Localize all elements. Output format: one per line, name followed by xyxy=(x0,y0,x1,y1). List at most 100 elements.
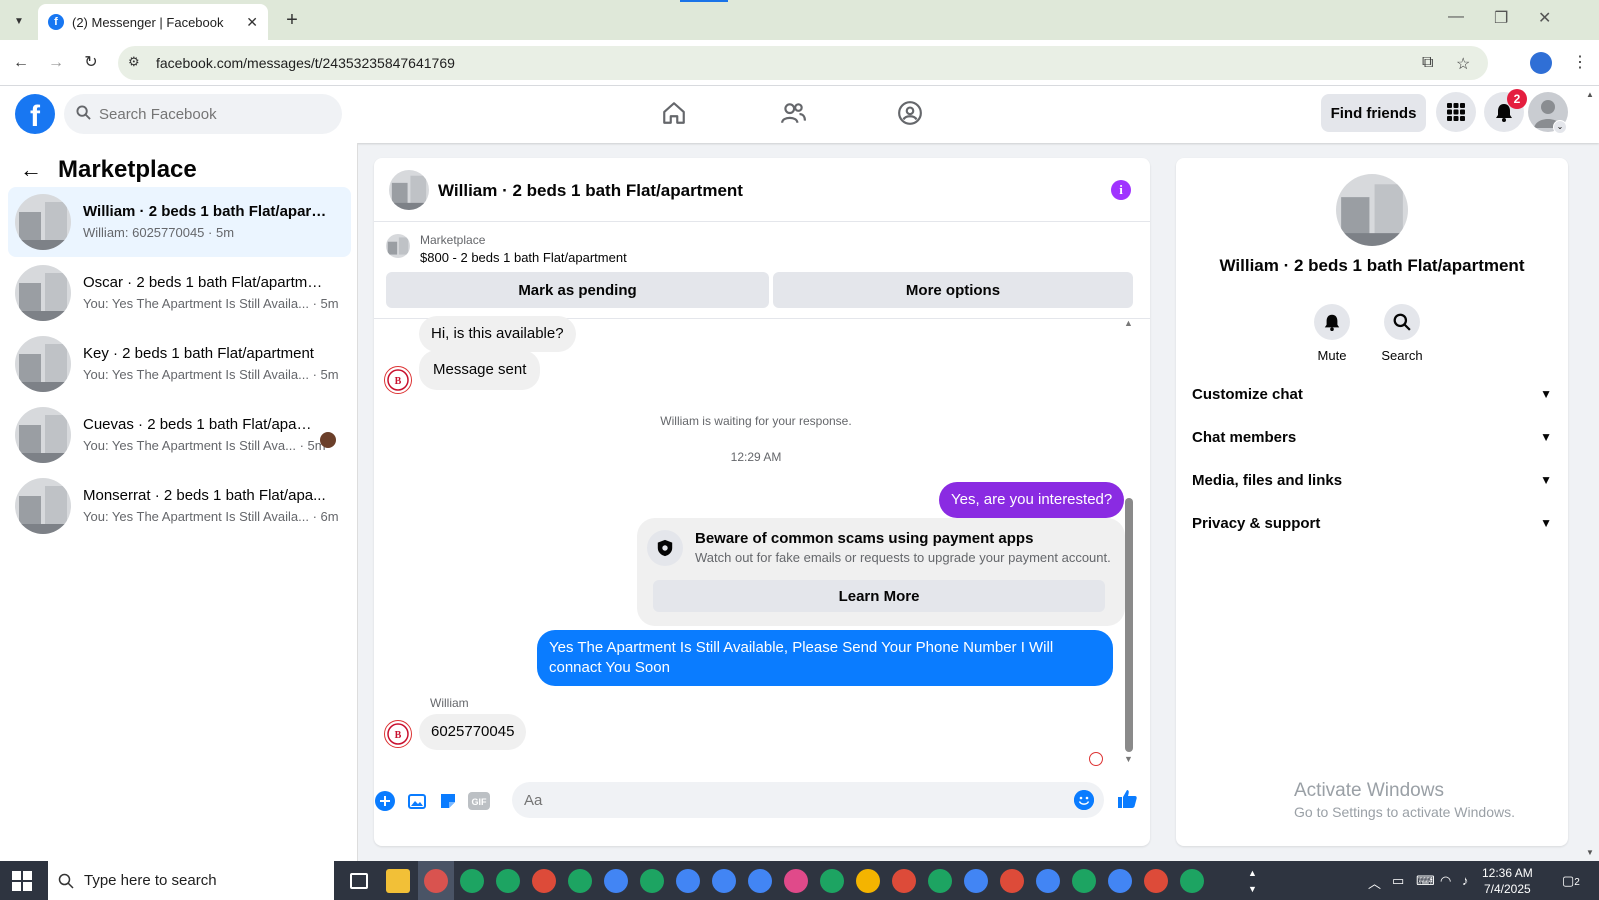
chrome-icon[interactable] xyxy=(1144,869,1168,893)
conversation-item[interactable]: Cuevas · 2 beds 1 bath Flat/apar... You:… xyxy=(8,400,351,470)
chrome-icon[interactable] xyxy=(640,869,664,893)
chrome-icon[interactable] xyxy=(1000,869,1024,893)
close-window-icon[interactable]: ✕ xyxy=(1538,8,1551,28)
info-icon[interactable]: i xyxy=(1111,180,1131,200)
seen-receipt-avatar xyxy=(1089,752,1103,766)
preview-text: You: Yes The Apartment Is Still Availa..… xyxy=(83,367,309,382)
minimize-icon[interactable]: — xyxy=(1448,8,1464,26)
find-friends-button[interactable]: Find friends xyxy=(1321,94,1426,132)
chat-title[interactable]: William · 2 beds 1 bath Flat/apartment xyxy=(438,181,743,201)
chrome-icon[interactable] xyxy=(748,869,772,893)
forward-icon[interactable]: → xyxy=(45,52,67,74)
home-icon[interactable] xyxy=(657,98,691,128)
chrome-icon[interactable] xyxy=(1180,869,1204,893)
thumbs-up-icon[interactable] xyxy=(1116,788,1138,810)
back-arrow-icon[interactable]: ← xyxy=(20,157,42,183)
chat-members-section[interactable]: Chat members ▼ xyxy=(1192,417,1552,457)
facebook-search[interactable] xyxy=(64,94,342,134)
plus-icon[interactable] xyxy=(374,790,396,812)
chrome-icon[interactable] xyxy=(604,869,628,893)
privacy-support-section[interactable]: Privacy & support ▼ xyxy=(1192,503,1552,543)
conversation-item[interactable]: Oscar · 2 beds 1 bath Flat/apartment You… xyxy=(8,258,351,328)
chrome-icon[interactable] xyxy=(568,869,592,893)
url-text[interactable]: facebook.com/messages/t/2435323584764176… xyxy=(156,55,455,71)
chat-scrollbar[interactable] xyxy=(1125,498,1133,752)
device-icon[interactable]: ▭ xyxy=(1392,873,1404,889)
marketplace-listing-row[interactable]: Marketplace $800 - 2 beds 1 bath Flat/ap… xyxy=(386,230,1146,270)
conversation-item[interactable]: Key · 2 beds 1 bath Flat/apartment You: … xyxy=(8,329,351,399)
back-icon[interactable]: ← xyxy=(10,52,32,74)
scroll-up-icon[interactable]: ▲ xyxy=(1124,318,1133,328)
chat-avatar[interactable] xyxy=(389,170,429,210)
taskbar-overflow-arrows[interactable]: ▲ ▼ xyxy=(1248,865,1257,897)
gif-icon[interactable]: GIF xyxy=(468,790,490,812)
file-explorer-icon[interactable] xyxy=(386,869,410,893)
close-tab-icon[interactable]: ✕ xyxy=(246,14,258,31)
search-input[interactable] xyxy=(99,105,319,123)
page-scroll-up-icon[interactable]: ▲ xyxy=(1586,90,1594,99)
chrome-icon[interactable] xyxy=(964,869,988,893)
scroll-down-icon[interactable]: ▼ xyxy=(1124,754,1133,764)
menu-grid-icon[interactable] xyxy=(1436,92,1476,132)
conversation-item[interactable]: Monserrat · 2 beds 1 bath Flat/apa... Yo… xyxy=(8,471,351,541)
facebook-logo[interactable]: f xyxy=(15,94,55,134)
volume-icon[interactable]: ♪ xyxy=(1462,873,1469,888)
seen-avatar xyxy=(320,432,336,448)
chrome-icon[interactable] xyxy=(1072,869,1096,893)
tab-list-button[interactable]: ▼ xyxy=(8,10,30,32)
chrome-icon[interactable] xyxy=(784,869,808,893)
chrome-icon[interactable] xyxy=(460,869,484,893)
chrome-icon[interactable] xyxy=(712,869,736,893)
chrome-icon[interactable] xyxy=(820,869,844,893)
mute-button[interactable]: Mute xyxy=(1302,304,1362,363)
install-app-icon[interactable]: ⧉ xyxy=(1422,54,1433,72)
search-in-chat-button[interactable]: Search xyxy=(1372,304,1432,363)
emoji-icon[interactable] xyxy=(1074,790,1094,810)
new-tab-button[interactable]: + xyxy=(280,8,304,32)
chrome-icon[interactable] xyxy=(496,869,520,893)
page-scroll-down-icon[interactable]: ▼ xyxy=(1586,848,1594,857)
chrome-icon[interactable] xyxy=(856,869,880,893)
profile-avatar[interactable] xyxy=(1336,174,1408,246)
learn-more-button[interactable]: Learn More xyxy=(653,580,1105,612)
task-view-icon[interactable] xyxy=(350,873,368,889)
sidebar-header: ← Marketplace xyxy=(20,156,197,184)
app-icon[interactable] xyxy=(424,869,448,893)
search-icon xyxy=(1384,304,1420,340)
message-input[interactable] xyxy=(512,782,1104,818)
account-chevron-icon[interactable]: ⌄ xyxy=(1553,120,1567,134)
browser-profile-avatar[interactable] xyxy=(1530,52,1552,74)
restore-icon[interactable]: ❐ xyxy=(1494,8,1508,28)
wifi-icon[interactable]: ◠ xyxy=(1440,873,1451,889)
windows-start-icon[interactable] xyxy=(12,871,32,891)
site-info-icon[interactable]: ⚙ xyxy=(128,54,146,72)
chrome-icon[interactable] xyxy=(892,869,916,893)
svg-text:B: B xyxy=(395,376,402,387)
chrome-icon[interactable] xyxy=(928,869,952,893)
keyboard-icon[interactable]: ⌨ xyxy=(1416,873,1435,889)
browser-tab[interactable]: f (2) Messenger | Facebook ✕ xyxy=(38,4,268,40)
photo-icon[interactable] xyxy=(406,790,428,812)
reload-icon[interactable]: ↻ xyxy=(80,52,102,74)
more-options-button[interactable]: More options xyxy=(773,272,1133,308)
groups-icon[interactable] xyxy=(893,98,927,128)
notification-center-icon[interactable]: ▢2 xyxy=(1562,873,1580,889)
taskbar-search[interactable]: Type here to search xyxy=(48,861,334,900)
mark-as-pending-button[interactable]: Mark as pending xyxy=(386,272,769,308)
omnibox[interactable]: ⚙ facebook.com/messages/t/24353235847641… xyxy=(118,46,1488,80)
friends-icon[interactable] xyxy=(776,98,810,128)
bookmark-star-icon[interactable]: ☆ xyxy=(1456,54,1470,74)
media-files-links-section[interactable]: Media, files and links ▼ xyxy=(1192,460,1552,500)
chrome-icon[interactable] xyxy=(1108,869,1132,893)
conversation-item[interactable]: William · 2 beds 1 bath Flat/apart... Wi… xyxy=(8,187,351,257)
clock-time: 12:36 AM xyxy=(1482,866,1533,880)
sticker-icon[interactable] xyxy=(437,790,459,812)
customize-chat-section[interactable]: Customize chat ▼ xyxy=(1192,374,1552,414)
show-hidden-icons[interactable]: ︿ xyxy=(1368,873,1381,892)
watermark-title: Activate Windows xyxy=(1294,780,1444,801)
system-clock[interactable]: 12:36 AM 7/4/2025 xyxy=(1482,865,1533,897)
chrome-icon[interactable] xyxy=(1036,869,1060,893)
chrome-icon[interactable] xyxy=(532,869,556,893)
chrome-icon[interactable] xyxy=(676,869,700,893)
browser-menu-icon[interactable]: ⋮ xyxy=(1572,52,1588,72)
